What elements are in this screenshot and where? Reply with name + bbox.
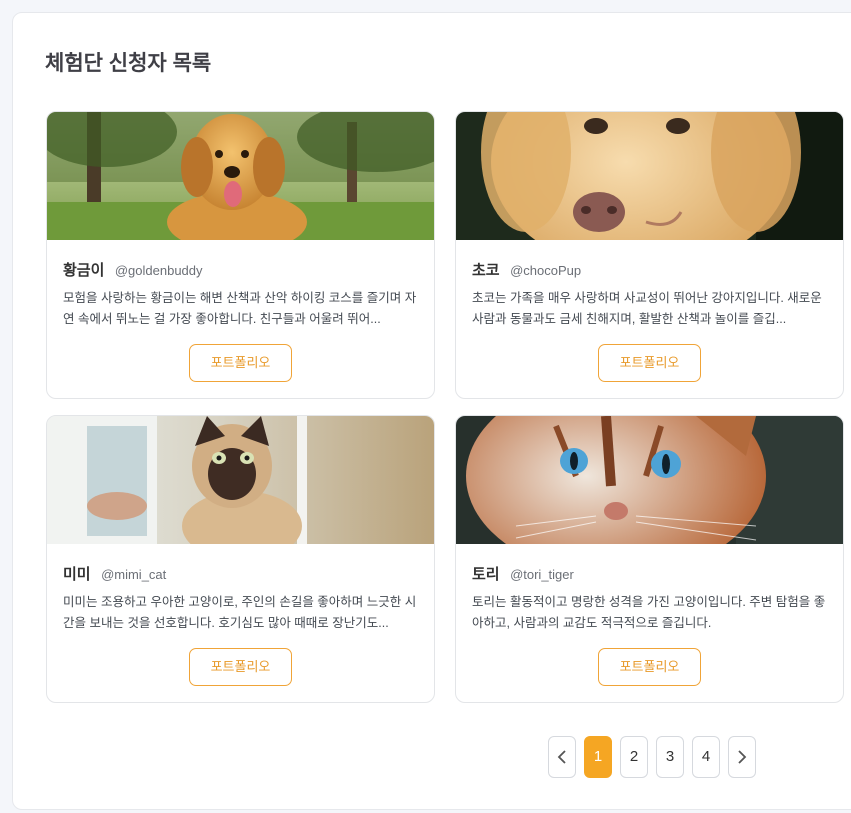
- applicant-name-row: 황금이 @goldenbuddy: [63, 259, 203, 280]
- portfolio-button[interactable]: 포트폴리오: [598, 648, 701, 686]
- page-title: 체험단 신청자 목록: [45, 52, 212, 75]
- applicant-description: 토리는 활동적이고 명랑한 성격을 가진 고양이입니다. 주변 탐험을 좋아하고…: [472, 595, 826, 630]
- portfolio-button[interactable]: 포트폴리오: [598, 344, 701, 382]
- applicant-name-row: 미미 @mimi_cat: [63, 563, 166, 584]
- chevron-right-icon: [738, 750, 747, 764]
- applicant-card: 미미 @mimi_cat 미미는 조용하고 우아한 고양이로, 주인의 손길을 …: [46, 415, 435, 703]
- page-button-1[interactable]: 1: [584, 736, 612, 778]
- chevron-left-icon: [557, 750, 566, 764]
- applicant-card: 토리 @tori_tiger 토리는 활동적이고 명랑한 성격을 가진 고양이입…: [455, 415, 844, 703]
- applicant-name: 토리: [472, 566, 500, 583]
- pet-photo-siamese-cat: [47, 416, 434, 544]
- applicant-name: 미미: [63, 566, 91, 583]
- applicant-description: 모험을 사랑하는 황금이는 해변 산책과 산악 하이킹 코스를 즐기며 자연 속…: [63, 291, 417, 326]
- applicant-handle: @tori_tiger: [510, 567, 574, 582]
- applicant-card: 초코 @chocoPup 초코는 가족을 매우 사랑하며 사교성이 뛰어난 강아…: [455, 111, 844, 399]
- prev-page-button[interactable]: [548, 736, 576, 778]
- applicant-name-row: 초코 @chocoPup: [472, 259, 581, 280]
- applicant-handle: @mimi_cat: [101, 567, 167, 582]
- applicant-name: 초코: [472, 262, 500, 279]
- applicant-name: 황금이: [63, 262, 105, 279]
- applicant-description: 초코는 가족을 매우 사랑하며 사교성이 뛰어난 강아지입니다. 새로운 사람과…: [472, 291, 822, 326]
- applicant-card: 황금이 @goldenbuddy 모험을 사랑하는 황금이는 해변 산책과 산악…: [46, 111, 435, 399]
- portfolio-button[interactable]: 포트폴리오: [189, 648, 292, 686]
- applicant-handle: @chocoPup: [510, 263, 582, 278]
- applicant-handle: @goldenbuddy: [114, 263, 203, 278]
- page-button-3[interactable]: 3: [656, 736, 684, 778]
- pet-photo-golden-dog: [456, 112, 843, 240]
- portfolio-button[interactable]: 포트폴리오: [189, 344, 292, 382]
- pet-photo-tabby-cat: [456, 416, 843, 544]
- page-button-4[interactable]: 4: [692, 736, 720, 778]
- applicant-list-panel: 체험단 신청자 목록 황금이 @goldenbuddy 모험을 사랑하는 황금이…: [12, 12, 851, 810]
- applicant-name-row: 토리 @tori_tiger: [472, 563, 574, 584]
- page-button-2[interactable]: 2: [620, 736, 648, 778]
- next-page-button[interactable]: [728, 736, 756, 778]
- pet-photo-golden-retriever: [47, 112, 434, 240]
- applicant-description: 미미는 조용하고 우아한 고양이로, 주인의 손길을 좋아하며 느긋한 시간을 …: [63, 595, 417, 630]
